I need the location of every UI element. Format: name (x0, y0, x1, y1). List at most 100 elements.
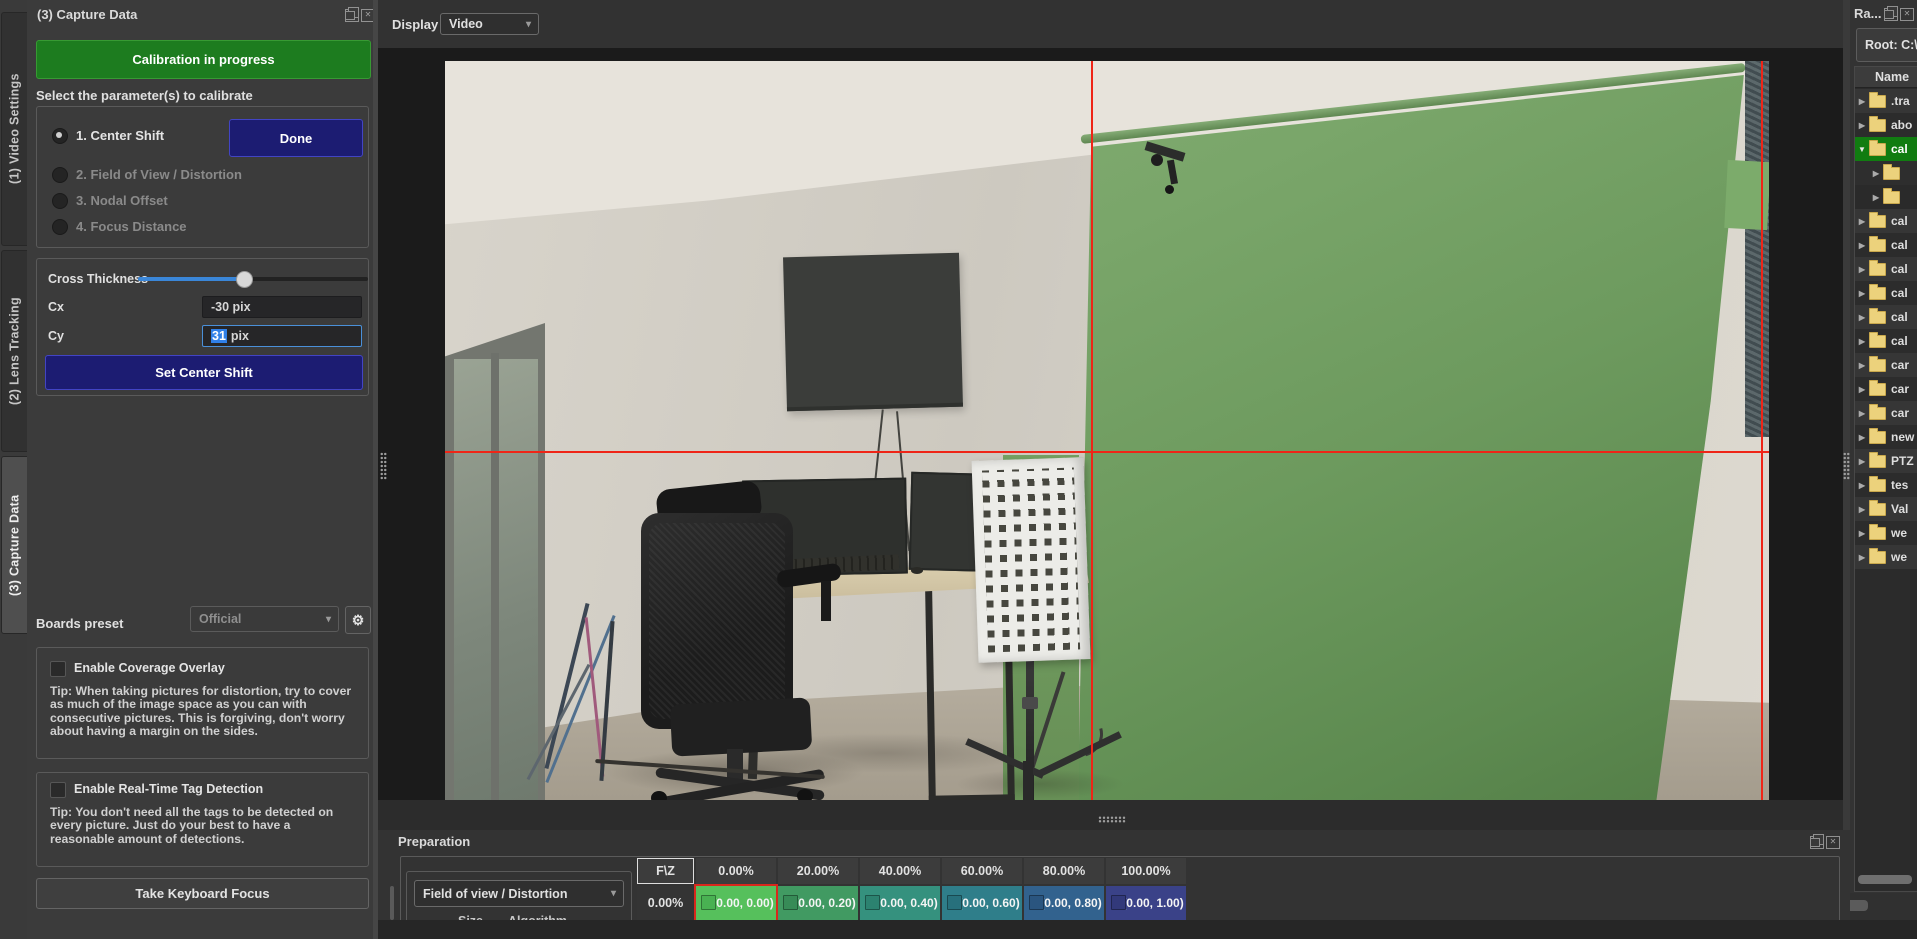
tree-row[interactable]: ▶car (1855, 401, 1917, 425)
grid-cell[interactable]: (0.00, 0.40) (860, 886, 940, 920)
tree-row[interactable]: ▶ cal (1855, 329, 1917, 353)
grid-cell-checkbox[interactable] (865, 895, 880, 910)
tab-video-settings[interactable]: (1) Video Settings (1, 12, 28, 246)
tab-lens-tracking[interactable]: (2) Lens Tracking (1, 250, 28, 452)
chevron-right-icon[interactable]: ▶ (1855, 457, 1869, 466)
root-path-box: Root: C:\ (1856, 28, 1917, 62)
chevron-right-icon[interactable]: ▶ (1855, 385, 1869, 394)
tree-row[interactable]: ▶cal (1855, 305, 1917, 329)
bottom-scrollbar-thumb[interactable] (1850, 900, 1868, 911)
tree-row[interactable]: ▶new (1855, 425, 1917, 449)
tree-row[interactable]: ▶we (1855, 545, 1917, 569)
grid-column-header[interactable]: 60.00% (942, 858, 1022, 884)
chevron-right-icon[interactable]: ▶ (1855, 313, 1869, 322)
left-splitter-handle[interactable] (380, 452, 387, 480)
folder-icon (1869, 239, 1886, 252)
chevron-right-icon[interactable]: ▶ (1855, 433, 1869, 442)
radio-center-shift[interactable] (52, 128, 68, 144)
tree-row[interactable]: ▶we (1855, 521, 1917, 545)
close-icon[interactable]: ✕ (1900, 8, 1914, 21)
folder-icon (1869, 503, 1886, 516)
chevron-right-icon[interactable]: ▶ (1855, 505, 1869, 514)
chevron-right-icon[interactable]: ▶ (1855, 265, 1869, 274)
tree-horizontal-scrollbar[interactable] (1858, 875, 1912, 884)
tree-name-header[interactable]: Name (1855, 67, 1917, 88)
chevron-right-icon[interactable]: ▶ (1855, 121, 1869, 130)
chevron-right-icon[interactable]: ▶ (1855, 409, 1869, 418)
right-splitter-handle[interactable] (1843, 452, 1850, 480)
grid-row-header[interactable]: 0.00% (637, 886, 694, 920)
radio-fov-distortion[interactable] (52, 167, 68, 183)
chevron-right-icon[interactable]: ▶ (1855, 241, 1869, 250)
cross-thickness-slider-handle[interactable] (236, 271, 253, 288)
tree-row[interactable]: ▶cal (1855, 281, 1917, 305)
tree-row[interactable]: ▶car (1855, 353, 1917, 377)
tag-detection-checkbox[interactable] (50, 782, 66, 798)
tree-row[interactable]: ▶.tra (1855, 89, 1917, 113)
take-keyboard-focus-button[interactable]: Take Keyboard Focus (36, 878, 369, 909)
grid-cell-checkbox[interactable] (701, 895, 716, 910)
tab-capture-data[interactable]: (3) Capture Data (1, 456, 28, 634)
cx-input[interactable]: -30 pix (202, 296, 362, 318)
grid-column-header[interactable]: 100.00% (1106, 858, 1186, 884)
coverage-overlay-checkbox[interactable] (50, 661, 66, 677)
tree-row[interactable]: ▶cal (1855, 257, 1917, 281)
calibration-status-button[interactable]: Calibration in progress (36, 40, 371, 79)
cy-input[interactable]: 31 pix (202, 325, 362, 347)
tree-row[interactable]: ▶car (1855, 377, 1917, 401)
window-mullion (491, 353, 499, 800)
close-icon[interactable]: ✕ (1826, 836, 1840, 849)
chevron-right-icon[interactable]: ▶ (1855, 361, 1869, 370)
chevron-right-icon[interactable]: ▶ (1855, 553, 1869, 562)
boards-preset-select[interactable]: Official ▾ (190, 606, 339, 632)
grid-column-header[interactable]: 40.00% (860, 858, 940, 884)
grid-cell[interactable]: (0.00, 0.00) (696, 886, 776, 920)
grid-corner-cell[interactable]: F\Z (637, 858, 694, 884)
tree-row-label: cal (1891, 334, 1908, 348)
set-center-shift-button[interactable]: Set Center Shift (45, 355, 363, 390)
tree-row[interactable]: ▶abo (1855, 113, 1917, 137)
chevron-right-icon[interactable]: ▶ (1855, 217, 1869, 226)
chevron-down-icon[interactable]: ▼ (1855, 145, 1869, 154)
chevron-right-icon[interactable]: ▶ (1869, 193, 1883, 202)
grid-column-header[interactable]: 80.00% (1024, 858, 1104, 884)
grid-cell-checkbox[interactable] (1029, 895, 1044, 910)
chevron-right-icon[interactable]: ▶ (1855, 97, 1869, 106)
float-window-icon[interactable] (345, 9, 359, 22)
chevron-right-icon[interactable]: ▶ (1855, 337, 1869, 346)
grid-cell-checkbox[interactable] (1111, 895, 1126, 910)
chevron-right-icon[interactable]: ▶ (1855, 529, 1869, 538)
boards-preset-gear-button[interactable]: ⚙ (345, 606, 371, 634)
tree-row-selected[interactable]: ▼cal (1855, 137, 1917, 161)
tree-row[interactable]: ▶cal (1855, 233, 1917, 257)
preparation-scrollbar[interactable] (390, 886, 394, 920)
grid-cell[interactable]: (0.00, 0.80) (1024, 886, 1104, 920)
mode-select[interactable]: Field of view / Distortion ▾ (414, 880, 624, 907)
grid-cell-checkbox[interactable] (783, 895, 798, 910)
tree-row[interactable]: ▶ (1855, 185, 1917, 209)
float-window-icon[interactable] (1810, 836, 1824, 849)
radio-focus-distance[interactable] (52, 219, 68, 235)
grid-column-header[interactable]: 0.00% (696, 858, 776, 884)
grid-cell[interactable]: (0.00, 0.60) (942, 886, 1022, 920)
display-select[interactable]: Video ▾ (440, 13, 539, 35)
grid-cell-checkbox[interactable] (947, 895, 962, 910)
tree-row[interactable]: ▶PTZ (1855, 449, 1917, 473)
grid-column-header[interactable]: 20.00% (778, 858, 858, 884)
tree-row[interactable]: ▶tes (1855, 473, 1917, 497)
grid-cell[interactable]: (0.00, 0.20) (778, 886, 858, 920)
radio-nodal-offset[interactable] (52, 193, 68, 209)
tree-row[interactable]: ▶cal (1855, 209, 1917, 233)
tree-row[interactable]: ▶Val (1855, 497, 1917, 521)
grid-cell[interactable]: (0.00, 1.00) (1106, 886, 1186, 920)
done-button[interactable]: Done (229, 119, 363, 157)
horizontal-splitter-handle[interactable] (1098, 816, 1126, 823)
chevron-right-icon[interactable]: ▶ (1855, 289, 1869, 298)
video-viewport[interactable] (378, 48, 1843, 830)
chevron-right-icon[interactable]: ▶ (1855, 481, 1869, 490)
tree-row[interactable]: ▶ (1855, 161, 1917, 185)
chair-back (641, 513, 793, 729)
chevron-right-icon[interactable]: ▶ (1869, 169, 1883, 178)
bottom-strip (378, 920, 1917, 939)
float-window-icon[interactable] (1884, 8, 1898, 21)
